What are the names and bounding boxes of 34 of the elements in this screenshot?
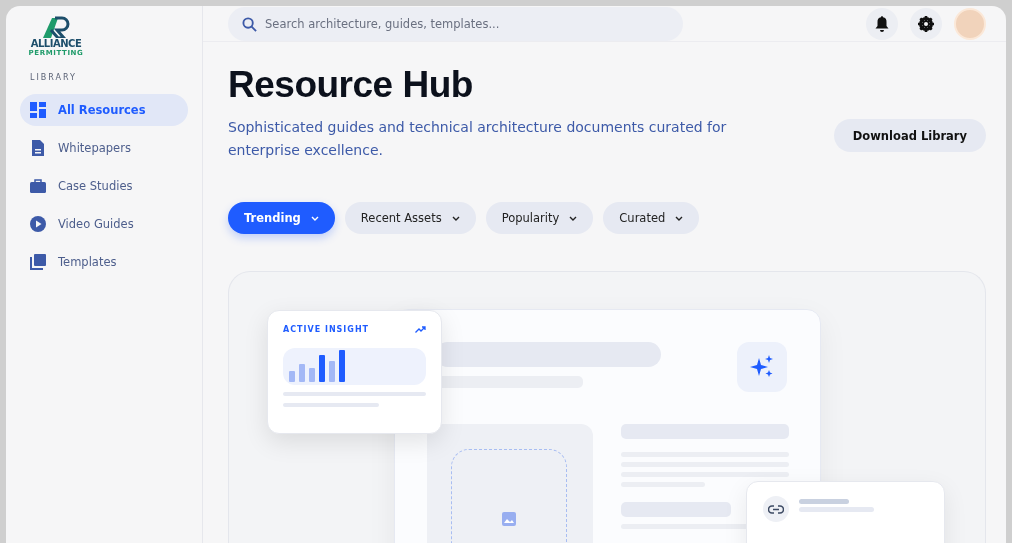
page-title: Resource Hub xyxy=(228,64,474,106)
insight-label: ACTIVE INSIGHT xyxy=(283,325,370,334)
trend-up-icon xyxy=(415,326,426,333)
document-icon xyxy=(30,140,46,156)
filter-dropdown[interactable]: Popularity xyxy=(485,202,594,234)
sidebar-item[interactable]: Whitepapers xyxy=(20,132,188,164)
chevron-down-icon xyxy=(675,215,684,221)
briefcase-icon xyxy=(30,178,46,194)
settings-button[interactable] xyxy=(910,7,942,40)
notifications-button[interactable] xyxy=(866,7,898,40)
link-icon xyxy=(768,504,784,514)
brand-name: ALLIANCE xyxy=(30,38,82,49)
download-library-button[interactable]: Download Library xyxy=(833,119,986,152)
filter-dropdown[interactable]: Recent Assets xyxy=(344,202,476,234)
sidebar-item[interactable]: All Resources xyxy=(20,94,188,126)
play-icon xyxy=(30,216,46,232)
sidebar-item[interactable]: Video Guides xyxy=(20,208,188,240)
chevron-down-icon xyxy=(310,215,319,221)
section-label: LIBRARY xyxy=(30,73,78,82)
chevron-down-icon xyxy=(451,215,460,221)
copy-icon xyxy=(30,254,46,270)
chevron-down-icon xyxy=(569,215,578,221)
filter-dropdown[interactable]: Trending xyxy=(228,202,335,234)
search-field[interactable]: Search architecture, guides, templates... xyxy=(228,6,683,41)
sidebar-item[interactable]: Templates xyxy=(20,246,188,278)
sidebar-item[interactable]: Case Studies xyxy=(20,170,188,202)
image-icon xyxy=(502,512,516,526)
sparkle-icon xyxy=(750,355,774,379)
grid-icon xyxy=(30,102,46,118)
page-subtitle: Sophisticated guides and technical architecture documents curated for enterprise excellence. xyxy=(228,118,728,160)
settings-icon xyxy=(918,15,934,32)
logo-icon xyxy=(41,16,71,38)
filter-dropdown[interactable]: Curated xyxy=(603,202,700,234)
bell-icon xyxy=(875,15,889,32)
